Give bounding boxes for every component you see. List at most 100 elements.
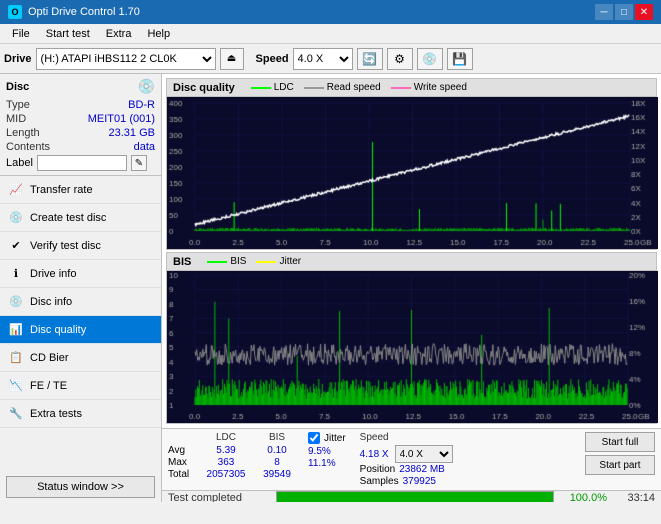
speed-select[interactable]: 4.0 X: [293, 48, 353, 70]
jitter-checkbox[interactable]: [308, 432, 320, 444]
label-input[interactable]: [37, 155, 127, 171]
samples-value: 379925: [403, 476, 436, 487]
label-edit-button[interactable]: ✎: [131, 155, 147, 171]
speed-select-stats[interactable]: 4.0 X: [395, 445, 453, 463]
drive-select[interactable]: (H:) ATAPI iHBS112 2 CL0K: [36, 48, 216, 70]
total-bis: 39549: [256, 469, 298, 480]
read-speed-color: [304, 87, 324, 89]
bis-chart-panel: BIS BIS Jitter: [166, 252, 657, 424]
total-label: Total: [168, 469, 196, 480]
menu-help[interactable]: Help: [139, 26, 178, 42]
disc-panel-icon: 💿: [138, 78, 155, 95]
avg-jitter: 9.5%: [308, 446, 331, 457]
chart-area: Disc quality LDC Read speed Write speed: [162, 74, 661, 428]
app-icon: O: [8, 5, 22, 19]
titlebar: O Opti Drive Control 1.70 ─ □ ✕: [0, 0, 661, 24]
avg-bis: 0.10: [256, 445, 298, 456]
app-title: Opti Drive Control 1.70: [28, 6, 140, 18]
nav-label-verify-test: Verify test disc: [30, 240, 101, 252]
nav-item-create-test-disc[interactable]: 💿 Create test disc: [0, 204, 161, 232]
nav-item-fe-te[interactable]: 📉 FE / TE: [0, 372, 161, 400]
avg-label: Avg: [168, 445, 196, 456]
bis-legend: BIS: [207, 256, 246, 267]
ldc-legend-label: LDC: [274, 82, 294, 93]
minimize-button[interactable]: ─: [595, 4, 613, 20]
progress-area: Test completed 100.0% 33:14: [162, 490, 661, 502]
verify-test-icon: ✔: [8, 238, 24, 254]
status-text: Test completed: [168, 492, 268, 502]
nav-label-drive-info: Drive info: [30, 268, 76, 280]
nav-label-disc-quality: Disc quality: [30, 324, 86, 336]
disc-panel: Disc 💿 Type BD-R MID MEIT01 (001) Length…: [0, 74, 161, 176]
disc-info-icon: 💿: [8, 294, 24, 310]
jitter-legend: Jitter: [256, 256, 301, 267]
total-ldc: 2057305: [200, 469, 252, 480]
extra-tests-icon: 🔧: [8, 406, 24, 422]
ldc-chart-header: Disc quality LDC Read speed Write speed: [167, 79, 656, 97]
write-speed-legend: Write speed: [391, 82, 467, 93]
start-full-button[interactable]: Start full: [585, 432, 655, 452]
drive-toolbar: Drive (H:) ATAPI iHBS112 2 CL0K ⏏ Speed …: [0, 44, 661, 74]
avg-ldc: 5.39: [200, 445, 252, 456]
mid-label: MID: [6, 113, 26, 125]
refresh-button[interactable]: 🔄: [357, 48, 383, 70]
eject-button[interactable]: ⏏: [220, 48, 244, 70]
progress-bar-container: [276, 491, 554, 502]
position-value: 23862 MB: [399, 464, 445, 475]
menubar: File Start test Extra Help: [0, 24, 661, 44]
jitter-color: [256, 261, 276, 263]
maximize-button[interactable]: □: [615, 4, 633, 20]
save-button[interactable]: 💾: [447, 48, 473, 70]
nav-item-disc-info[interactable]: 💿 Disc info: [0, 288, 161, 316]
nav-item-transfer-rate[interactable]: 📈 Transfer rate: [0, 176, 161, 204]
create-test-icon: 💿: [8, 210, 24, 226]
menu-extra[interactable]: Extra: [98, 26, 140, 42]
nav-label-cd-bier: CD Bier: [30, 352, 69, 364]
transfer-rate-icon: 📈: [8, 182, 24, 198]
ldc-header: LDC: [200, 432, 252, 443]
drive-info-icon: ℹ: [8, 266, 24, 282]
nav-item-disc-quality[interactable]: 📊 Disc quality: [0, 316, 161, 344]
disc-title: Disc: [6, 81, 29, 93]
nav-label-fe-te: FE / TE: [30, 380, 67, 392]
cd-bier-icon: 📋: [8, 350, 24, 366]
mid-value: MEIT01 (001): [88, 113, 155, 125]
position-label: Position: [360, 464, 396, 475]
type-value: BD-R: [128, 99, 155, 111]
speed-col-header: Speed: [360, 432, 453, 443]
write-speed-color: [391, 87, 411, 89]
nav-item-cd-bier[interactable]: 📋 CD Bier: [0, 344, 161, 372]
start-part-button[interactable]: Start part: [585, 455, 655, 475]
max-bis: 8: [256, 457, 298, 468]
sidebar: Disc 💿 Type BD-R MID MEIT01 (001) Length…: [0, 74, 162, 502]
fe-te-icon: 📉: [8, 378, 24, 394]
nav-item-verify-test-disc[interactable]: ✔ Verify test disc: [0, 232, 161, 260]
nav-label-extra-tests: Extra tests: [30, 408, 82, 420]
ldc-chart-panel: Disc quality LDC Read speed Write speed: [166, 78, 657, 250]
drive-label: Drive: [4, 53, 32, 65]
bis-color: [207, 261, 227, 263]
disc-quality-icon: 📊: [8, 322, 24, 338]
nav-label-transfer-rate: Transfer rate: [30, 184, 93, 196]
menu-start-test[interactable]: Start test: [38, 26, 98, 42]
max-label: Max: [168, 457, 196, 468]
contents-value: data: [134, 141, 155, 153]
menu-file[interactable]: File: [4, 26, 38, 42]
bis-legend-label: BIS: [230, 256, 246, 267]
length-value: 23.31 GB: [109, 127, 155, 139]
label-label: Label: [6, 157, 33, 169]
ldc-legend: LDC: [251, 82, 294, 93]
settings-button[interactable]: ⚙: [387, 48, 413, 70]
bis-canvas: [167, 271, 658, 423]
nav-label-create-test: Create test disc: [30, 212, 106, 224]
status-window-button[interactable]: Status window >>: [6, 476, 155, 498]
bis-title: BIS: [173, 256, 191, 268]
nav-item-extra-tests[interactable]: 🔧 Extra tests: [0, 400, 161, 428]
disc-button[interactable]: 💿: [417, 48, 443, 70]
ldc-title: Disc quality: [173, 82, 235, 94]
close-button[interactable]: ✕: [635, 4, 653, 20]
length-label: Length: [6, 127, 40, 139]
progress-bar: [277, 492, 553, 502]
nav-item-drive-info[interactable]: ℹ Drive info: [0, 260, 161, 288]
nav-label-disc-info: Disc info: [30, 296, 72, 308]
